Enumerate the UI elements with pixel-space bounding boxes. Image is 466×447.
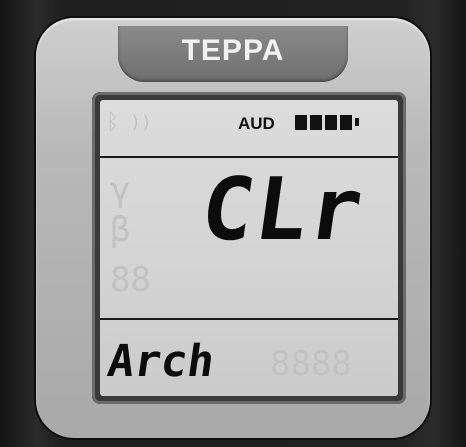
unlit-segments-left-mid: β <box>110 210 131 250</box>
brand-logo: TEPPA <box>181 34 285 67</box>
display-bezel: TEPPA ᛒ )) γ β 88 8888 AUD CLr Arch <box>36 18 430 438</box>
brand-plate: TEPPA <box>118 26 348 82</box>
battery-icon <box>295 114 359 130</box>
unlit-segments-left-low: 88 <box>110 260 151 300</box>
signal-icon: )) <box>130 112 152 133</box>
battery-cell <box>325 114 337 130</box>
battery-cell <box>310 114 322 130</box>
unlit-segments-right-bottom: 8888 <box>270 344 352 384</box>
speaker-device: TEPPA ᛒ )) γ β 88 8888 AUD CLr Arch <box>0 0 466 447</box>
bottom-divider <box>100 318 398 320</box>
lcd-screen: ᛒ )) γ β 88 8888 AUD CLr Arch <box>100 100 398 396</box>
main-display-text: CLr <box>194 160 371 260</box>
top-divider <box>100 156 398 158</box>
battery-cell <box>295 114 307 130</box>
unlit-segments-left-top: γ <box>110 170 131 210</box>
battery-cell <box>340 114 352 130</box>
bottom-display-text: Arch <box>104 336 218 387</box>
lcd-frame: ᛒ )) γ β 88 8888 AUD CLr Arch <box>92 92 406 404</box>
battery-tip <box>355 118 359 126</box>
audio-indicator: AUD <box>238 114 275 133</box>
bluetooth-icon: ᛒ <box>106 110 120 135</box>
